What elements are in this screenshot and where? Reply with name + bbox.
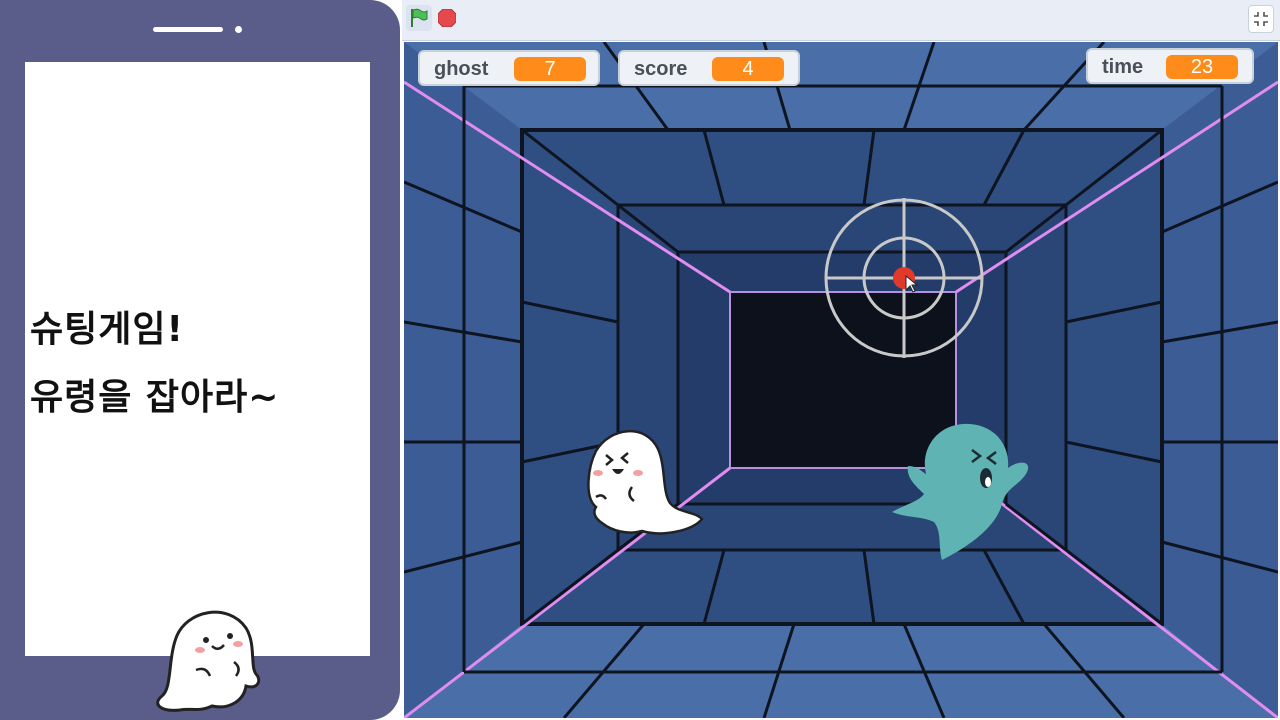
green-flag-button[interactable] bbox=[406, 5, 432, 31]
exit-fullscreen-icon bbox=[1254, 12, 1268, 26]
phone-camera bbox=[235, 26, 242, 33]
game-stage[interactable]: ghost 7 score 4 time 23 bbox=[404, 42, 1278, 718]
stop-sign-icon bbox=[437, 8, 457, 28]
stop-button[interactable] bbox=[437, 8, 457, 28]
time-monitor-label: time bbox=[1102, 56, 1144, 78]
ghost-mascot-icon bbox=[156, 610, 261, 712]
tunnel-background bbox=[404, 42, 1278, 718]
time-monitor-value: 23 bbox=[1166, 55, 1238, 79]
score-monitor-value: 4 bbox=[712, 57, 784, 81]
phone-frame: 슈팅게임! 유령을 잡아라~ bbox=[0, 0, 400, 720]
caption-line-2: 유령을 잡아라~ bbox=[30, 377, 280, 418]
phone-speaker bbox=[153, 27, 223, 32]
white-ghost-icon[interactable] bbox=[582, 427, 706, 545]
green-flag-icon bbox=[411, 8, 428, 27]
crosshair-icon bbox=[824, 198, 984, 358]
phone-screen bbox=[25, 62, 370, 656]
ghost-count-monitor: ghost 7 bbox=[418, 50, 600, 86]
game-stage-window: ghost 7 score 4 time 23 bbox=[402, 0, 1280, 720]
exit-fullscreen-button[interactable] bbox=[1248, 5, 1274, 33]
caption-line-1: 슈팅게임! bbox=[30, 309, 184, 350]
ghost-monitor-value: 7 bbox=[514, 57, 586, 81]
teal-ghost-icon[interactable] bbox=[886, 416, 1036, 566]
ghost-monitor-label: ghost bbox=[434, 58, 489, 80]
score-monitor-label: score bbox=[634, 58, 688, 80]
score-monitor: score 4 bbox=[618, 50, 800, 86]
stage-toolbar bbox=[402, 0, 1280, 41]
time-monitor: time 23 bbox=[1086, 48, 1254, 84]
